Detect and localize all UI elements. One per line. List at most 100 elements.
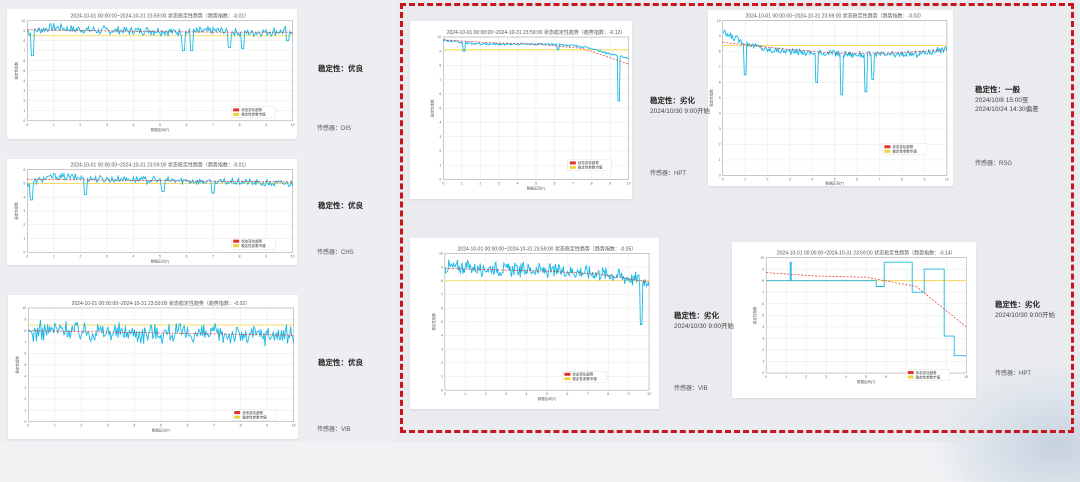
x-tick-label: 6 xyxy=(186,123,188,127)
chart-card-chs: 2024-10-01 00:00:00~2024-10-31 23:59:00 … xyxy=(7,159,297,265)
legend-swatch-trend xyxy=(233,239,240,243)
x-tick-label: 4 xyxy=(132,254,134,258)
x-tick-label: 0 xyxy=(26,123,28,127)
y-tick-label: 5 xyxy=(719,96,721,100)
legend-swatch-threshold xyxy=(234,415,241,419)
y-tick-label: 6 xyxy=(441,306,443,310)
y-tick-label: 9 xyxy=(24,318,26,322)
chart-hpt-1: 2024-10-01 00:00:00~2024-10-31 23:59:00 … xyxy=(429,29,631,190)
legend-label: 稳定性参数市值 xyxy=(242,414,267,419)
chart-rsg: 2024-10-01 00:00:00~2024-10-31 23:59:00 … xyxy=(709,13,949,186)
y-tick-label: 6 xyxy=(24,352,26,356)
y-tick-label: 10 xyxy=(717,19,721,23)
y-tick-label: 5 xyxy=(23,69,25,73)
y-tick-label: 9 xyxy=(719,34,721,38)
x-tick-label: 10 xyxy=(291,123,295,127)
x-tick-label: 9 xyxy=(266,424,268,428)
y-tick-label: 9 xyxy=(762,267,764,271)
y-tick-label: 8 xyxy=(23,39,25,43)
y-tick-label: 8 xyxy=(441,279,443,283)
x-tick-label: 8 xyxy=(591,181,593,185)
x-tick-label: 10 xyxy=(627,181,631,185)
legend-swatch-trend xyxy=(907,371,914,375)
x-tick-label: 9 xyxy=(265,254,267,258)
x-tick-label: 5 xyxy=(865,375,867,379)
note-hpt-1: 2024/10/30 9:00开始 xyxy=(650,108,710,115)
chart-title: 2024-10-01 00:00:00~2024-10-31 23:59:00 … xyxy=(447,29,626,36)
y-tick-label: 2 xyxy=(441,361,443,365)
legend-swatch-threshold xyxy=(233,244,240,248)
y-tick-label: 4 xyxy=(719,112,721,116)
y-tick-label: 0 xyxy=(762,371,764,375)
y-tick-label: 10 xyxy=(21,19,25,23)
legend-swatch-trend xyxy=(233,108,240,112)
legend-swatch-trend xyxy=(884,145,891,149)
x-tick-label: 5 xyxy=(159,123,161,127)
x-tick-label: 3 xyxy=(505,392,507,396)
y-tick-label: 1 xyxy=(762,360,764,364)
y-tick-label: 9 xyxy=(439,49,441,53)
y-tick-label: 0 xyxy=(23,119,25,123)
x-tick-label: 1 xyxy=(785,375,787,379)
x-tick-label: 5 xyxy=(159,254,161,258)
x-tick-label: 3 xyxy=(106,123,108,127)
x-tick-label: 8 xyxy=(901,177,903,181)
y-tick-label: 1 xyxy=(23,237,25,241)
y-tick-label: 7 xyxy=(24,340,26,344)
y-tick-label: 2 xyxy=(23,223,25,227)
x-tick-label: 4 xyxy=(845,375,847,379)
x-tick-label: 1 xyxy=(53,254,55,258)
y-tick-label: 4 xyxy=(23,79,25,83)
x-tick-label: 9 xyxy=(923,177,925,181)
legend-label: 稳定性参数市值 xyxy=(578,165,603,170)
legend-swatch-trend xyxy=(569,161,576,165)
chart-chs: 2024-10-01 00:00:00~2024-10-31 23:59:00 … xyxy=(13,162,294,264)
sensor-label-hpt-1: 传感器：HPT xyxy=(650,171,687,177)
y-tick-label: 2 xyxy=(439,149,441,153)
legend-swatch-trend xyxy=(234,411,241,415)
chart-title: 2024-10-01 00:00:00~2024-10-31 23:59:00 … xyxy=(72,300,251,307)
legend-swatch-threshold xyxy=(569,165,576,169)
y-axis-label: 稳定性指数 xyxy=(13,202,18,220)
x-tick-label: 8 xyxy=(607,392,609,396)
stability-label-hpt-2: 稳定性：劣化 xyxy=(995,300,1040,309)
x-tick-label: 1 xyxy=(54,424,56,428)
chart-dis: 2024-10-01 00:00:00~2024-10-31 23:59:00 … xyxy=(13,13,295,132)
y-tick-label: 7 xyxy=(719,65,721,69)
chart-card-vib-1: 2024-10-01 00:00:00~2024-10-31 23:59:00 … xyxy=(8,295,298,439)
x-tick-label: 8 xyxy=(239,123,241,127)
y-tick-label: 10 xyxy=(760,256,764,260)
x-axis-label: 数据区间(T) xyxy=(857,379,875,384)
y-tick-label: 1 xyxy=(439,163,441,167)
y-tick-label: 2 xyxy=(719,143,721,147)
x-axis-label: 数据区间(T) xyxy=(538,396,556,401)
sensor-label-vib-2: 传感器：VIB xyxy=(674,386,708,392)
x-tick-label: 0 xyxy=(27,424,29,428)
y-tick-label: 1 xyxy=(719,158,721,162)
y-tick-label: 4 xyxy=(24,374,26,378)
x-tick-label: 8 xyxy=(240,424,242,428)
chart-card-vib-2: 2024-10-01 00:00:00~2024-10-31 23:59:00 … xyxy=(410,238,659,409)
x-tick-label: 9 xyxy=(609,181,611,185)
legend-label: 状态变化趋势 xyxy=(892,144,913,149)
sensor-label-hpt-2: 传感器：HPT xyxy=(995,371,1032,377)
chart-card-rsg: 2024-10-01 00:00:00~2024-10-31 23:59:00 … xyxy=(708,10,953,186)
x-tick-label: 0 xyxy=(26,254,28,258)
chart-title: 2024-10-01 00:00:00~2024-10-31 23:59:00 … xyxy=(71,162,250,169)
chart-title: 2024-10-01 00:00:00~2024-10-31 23:59:00 … xyxy=(71,13,250,20)
y-tick-label: 3 xyxy=(439,135,441,139)
y-tick-label: 7 xyxy=(441,293,443,297)
sensor-label-chs: 传感器：CHS xyxy=(317,250,354,256)
y-tick-label: 8 xyxy=(762,279,764,283)
y-tick-label: 3 xyxy=(762,337,764,341)
x-tick-label: 0 xyxy=(722,177,724,181)
y-tick-label: 7 xyxy=(23,49,25,53)
x-tick-label: 10 xyxy=(945,177,949,181)
chart-vib-2: 2024-10-01 00:00:00~2024-10-31 23:59:00 … xyxy=(431,245,651,401)
x-tick-label: 0 xyxy=(765,375,767,379)
y-tick-label: 0 xyxy=(441,388,443,392)
y-tick-label: 8 xyxy=(439,64,441,68)
x-tick-label: 7 xyxy=(587,392,589,396)
legend-swatch-threshold xyxy=(907,375,914,379)
y-tick-label: 9 xyxy=(441,265,443,269)
